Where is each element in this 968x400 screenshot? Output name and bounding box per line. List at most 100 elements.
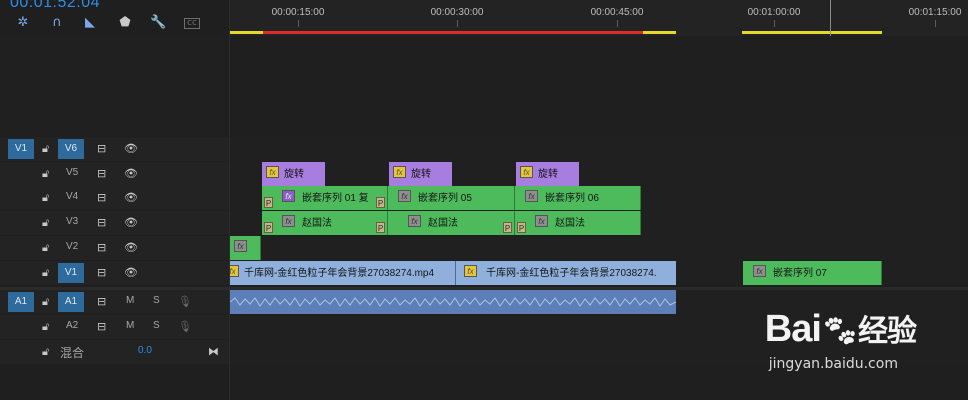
track-v5: 🔓︎ V5 ⊟ 👁︎ fx 旋转 fx 旋转 fx 旋转 bbox=[0, 162, 968, 186]
mute-button[interactable]: M bbox=[126, 295, 134, 306]
sync-lock-icon[interactable]: ⊟ bbox=[97, 190, 106, 206]
mic-icon[interactable]: 🎙︎ bbox=[178, 319, 192, 335]
lock-icon[interactable]: 🔓︎ bbox=[42, 141, 49, 157]
header-divider[interactable] bbox=[229, 0, 230, 400]
playhead[interactable] bbox=[830, 0, 831, 36]
track-v4: 🔓︎ V4 ⊟ 👁︎ fx 嵌套序列 01 复 P P fx 嵌套序列 05 f… bbox=[0, 186, 968, 210]
track-target-v6[interactable]: V6 bbox=[58, 139, 84, 159]
fx-badge: fx bbox=[230, 265, 239, 277]
fx-badge: fx bbox=[753, 265, 766, 277]
render-bar-yellow bbox=[742, 31, 882, 34]
clip-nested-sequence[interactable]: fx bbox=[230, 236, 261, 260]
track-target-v1[interactable]: V1 bbox=[58, 263, 84, 283]
time-ruler[interactable]: 00:00:15:00 00:00:30:00 00:00:45:00 00:0… bbox=[230, 0, 968, 36]
solo-button[interactable]: S bbox=[153, 320, 160, 331]
watermark-brand: Bai bbox=[764, 308, 822, 350]
clip-adjustment[interactable]: fx 旋转 bbox=[516, 162, 579, 186]
clip-video[interactable]: fx 千库网-金红色粒子年会背景27038274.mp4 bbox=[230, 261, 455, 285]
lock-icon[interactable]: 🔓︎ bbox=[42, 166, 49, 182]
marker-icon[interactable]: ⬟ bbox=[117, 15, 133, 31]
clip-label: 旋转 bbox=[284, 169, 304, 180]
sync-lock-icon[interactable]: ⊟ bbox=[97, 240, 106, 256]
lock-icon[interactable]: 🔓︎ bbox=[42, 319, 49, 335]
playhead-timecode[interactable]: 00:01:52:04 bbox=[10, 0, 100, 12]
eye-icon[interactable]: 👁︎ bbox=[124, 166, 138, 182]
eye-icon[interactable]: 👁︎ bbox=[124, 215, 138, 231]
track-content[interactable]: fx 千库网-金红色粒子年会背景27038274.mp4 fx 千库网-金红色粒… bbox=[230, 261, 968, 285]
eye-icon[interactable]: 👁︎ bbox=[124, 265, 138, 281]
track-label[interactable]: V5 bbox=[66, 167, 78, 178]
clip-nested-sequence[interactable]: fx 嵌套序列 01 复 P P bbox=[262, 186, 388, 210]
ruler-tick bbox=[457, 20, 458, 27]
lock-icon[interactable]: 🔓︎ bbox=[42, 215, 49, 231]
track-header: 🔓︎ V2 ⊟ 👁︎ bbox=[0, 236, 230, 260]
clip-nested-sequence[interactable]: fx 赵国法 P bbox=[388, 211, 515, 235]
clip-adjustment[interactable]: fx 旋转 bbox=[262, 162, 325, 186]
sync-lock-icon[interactable]: ⊟ bbox=[97, 215, 106, 231]
linked-selection-icon[interactable]: ∩ bbox=[49, 15, 65, 31]
clip-nested-sequence[interactable]: fx 赵国法 P P bbox=[262, 211, 388, 235]
clip-label: 千库网-金红色粒子年会背景27038274.mp4 bbox=[244, 268, 435, 279]
track-label[interactable]: V4 bbox=[66, 191, 78, 202]
mic-icon[interactable]: 🎙︎ bbox=[178, 294, 192, 310]
track-header: 🔓︎ A2 ⊟ M S 🎙︎ bbox=[0, 315, 230, 339]
track-content[interactable]: fx bbox=[230, 236, 968, 260]
track-label[interactable]: V3 bbox=[66, 216, 78, 227]
fx-badge: fx bbox=[393, 166, 406, 178]
fx-badge: fx bbox=[282, 190, 295, 202]
clip-nested-sequence[interactable]: fx 赵国法 P bbox=[515, 211, 641, 235]
bowtie-icon[interactable]: ⧓ bbox=[208, 344, 219, 360]
mute-button[interactable]: M bbox=[126, 320, 134, 331]
track-label[interactable]: A2 bbox=[66, 320, 78, 331]
track-content[interactable]: fx 赵国法 P P fx 赵国法 P fx 赵国法 P bbox=[230, 211, 968, 235]
ruler-label: 00:01:00:00 bbox=[747, 7, 801, 18]
captions-icon[interactable]: cc bbox=[184, 18, 200, 29]
track-header-empty bbox=[0, 36, 230, 136]
clip-label: 千库网-金红色粒子年会背景27038274. bbox=[486, 268, 657, 279]
sync-lock-icon[interactable]: ⊟ bbox=[97, 166, 106, 182]
track-target-a1[interactable]: A1 bbox=[58, 292, 84, 312]
source-patch-v1[interactable]: V1 bbox=[8, 139, 34, 159]
eye-icon[interactable]: 👁︎ bbox=[124, 190, 138, 206]
clip-video[interactable]: fx 千库网-金红色粒子年会背景27038274. bbox=[455, 261, 676, 285]
track-label[interactable]: V2 bbox=[66, 241, 78, 252]
watermark-url: jingyan.baidu.com bbox=[768, 356, 898, 372]
lock-icon[interactable]: 🔓︎ bbox=[42, 190, 49, 206]
track-content[interactable]: fx 旋转 fx 旋转 fx 旋转 bbox=[230, 162, 968, 186]
snap-icon[interactable]: ✲ bbox=[15, 15, 31, 31]
wrench-icon[interactable]: 🔧 bbox=[150, 15, 166, 31]
add-marker-icon[interactable]: ◣ bbox=[82, 15, 98, 31]
source-patch-a1[interactable]: A1 bbox=[8, 292, 34, 312]
clip-nested-sequence[interactable]: fx 嵌套序列 05 bbox=[388, 186, 515, 210]
lock-icon[interactable]: 🔓︎ bbox=[42, 294, 49, 310]
clip-label: 赵国法 bbox=[555, 218, 585, 229]
clip-nested-sequence[interactable]: fx 嵌套序列 07 bbox=[743, 261, 882, 285]
clip-nested-sequence[interactable]: fx 嵌套序列 06 bbox=[515, 186, 641, 210]
track-content[interactable]: fx 嵌套序列 01 复 P P fx 嵌套序列 05 fx 嵌套序列 06 bbox=[230, 186, 968, 210]
track-content[interactable] bbox=[230, 137, 968, 161]
sync-lock-icon[interactable]: ⊟ bbox=[97, 141, 106, 157]
clip-label: 嵌套序列 05 bbox=[418, 193, 472, 204]
clip-audio[interactable] bbox=[230, 290, 676, 314]
eye-icon[interactable]: 👁︎ bbox=[124, 141, 138, 157]
clip-label: 赵国法 bbox=[428, 218, 458, 229]
clip-adjustment[interactable]: fx 旋转 bbox=[389, 162, 452, 186]
eye-icon[interactable]: 👁︎ bbox=[124, 240, 138, 256]
render-bar-yellow bbox=[230, 31, 263, 34]
track-header: V1 V6 🔓︎ ⊟ 👁︎ bbox=[0, 137, 230, 161]
solo-button[interactable]: S bbox=[153, 295, 160, 306]
mix-label: 混合 bbox=[60, 346, 85, 360]
clip-label: 旋转 bbox=[538, 169, 558, 180]
sync-lock-icon[interactable]: ⊟ bbox=[97, 319, 106, 335]
track-v1: 🔓︎ V1 ⊟ 👁︎ fx 千库网-金红色粒子年会背景27038274.mp4 … bbox=[0, 261, 968, 285]
ruler-tick bbox=[617, 20, 618, 27]
lock-icon[interactable]: 🔓︎ bbox=[42, 265, 49, 281]
watermark-brand2: 经验 bbox=[858, 315, 917, 348]
sync-lock-icon[interactable]: ⊟ bbox=[97, 294, 106, 310]
mix-volume-value[interactable]: 0.0 bbox=[138, 345, 152, 356]
p-marker: P bbox=[503, 222, 512, 233]
lock-icon[interactable]: 🔓︎ bbox=[42, 344, 49, 360]
sync-lock-icon[interactable]: ⊟ bbox=[97, 265, 106, 281]
fx-badge: fx bbox=[408, 215, 421, 227]
lock-icon[interactable]: 🔓︎ bbox=[42, 240, 49, 256]
